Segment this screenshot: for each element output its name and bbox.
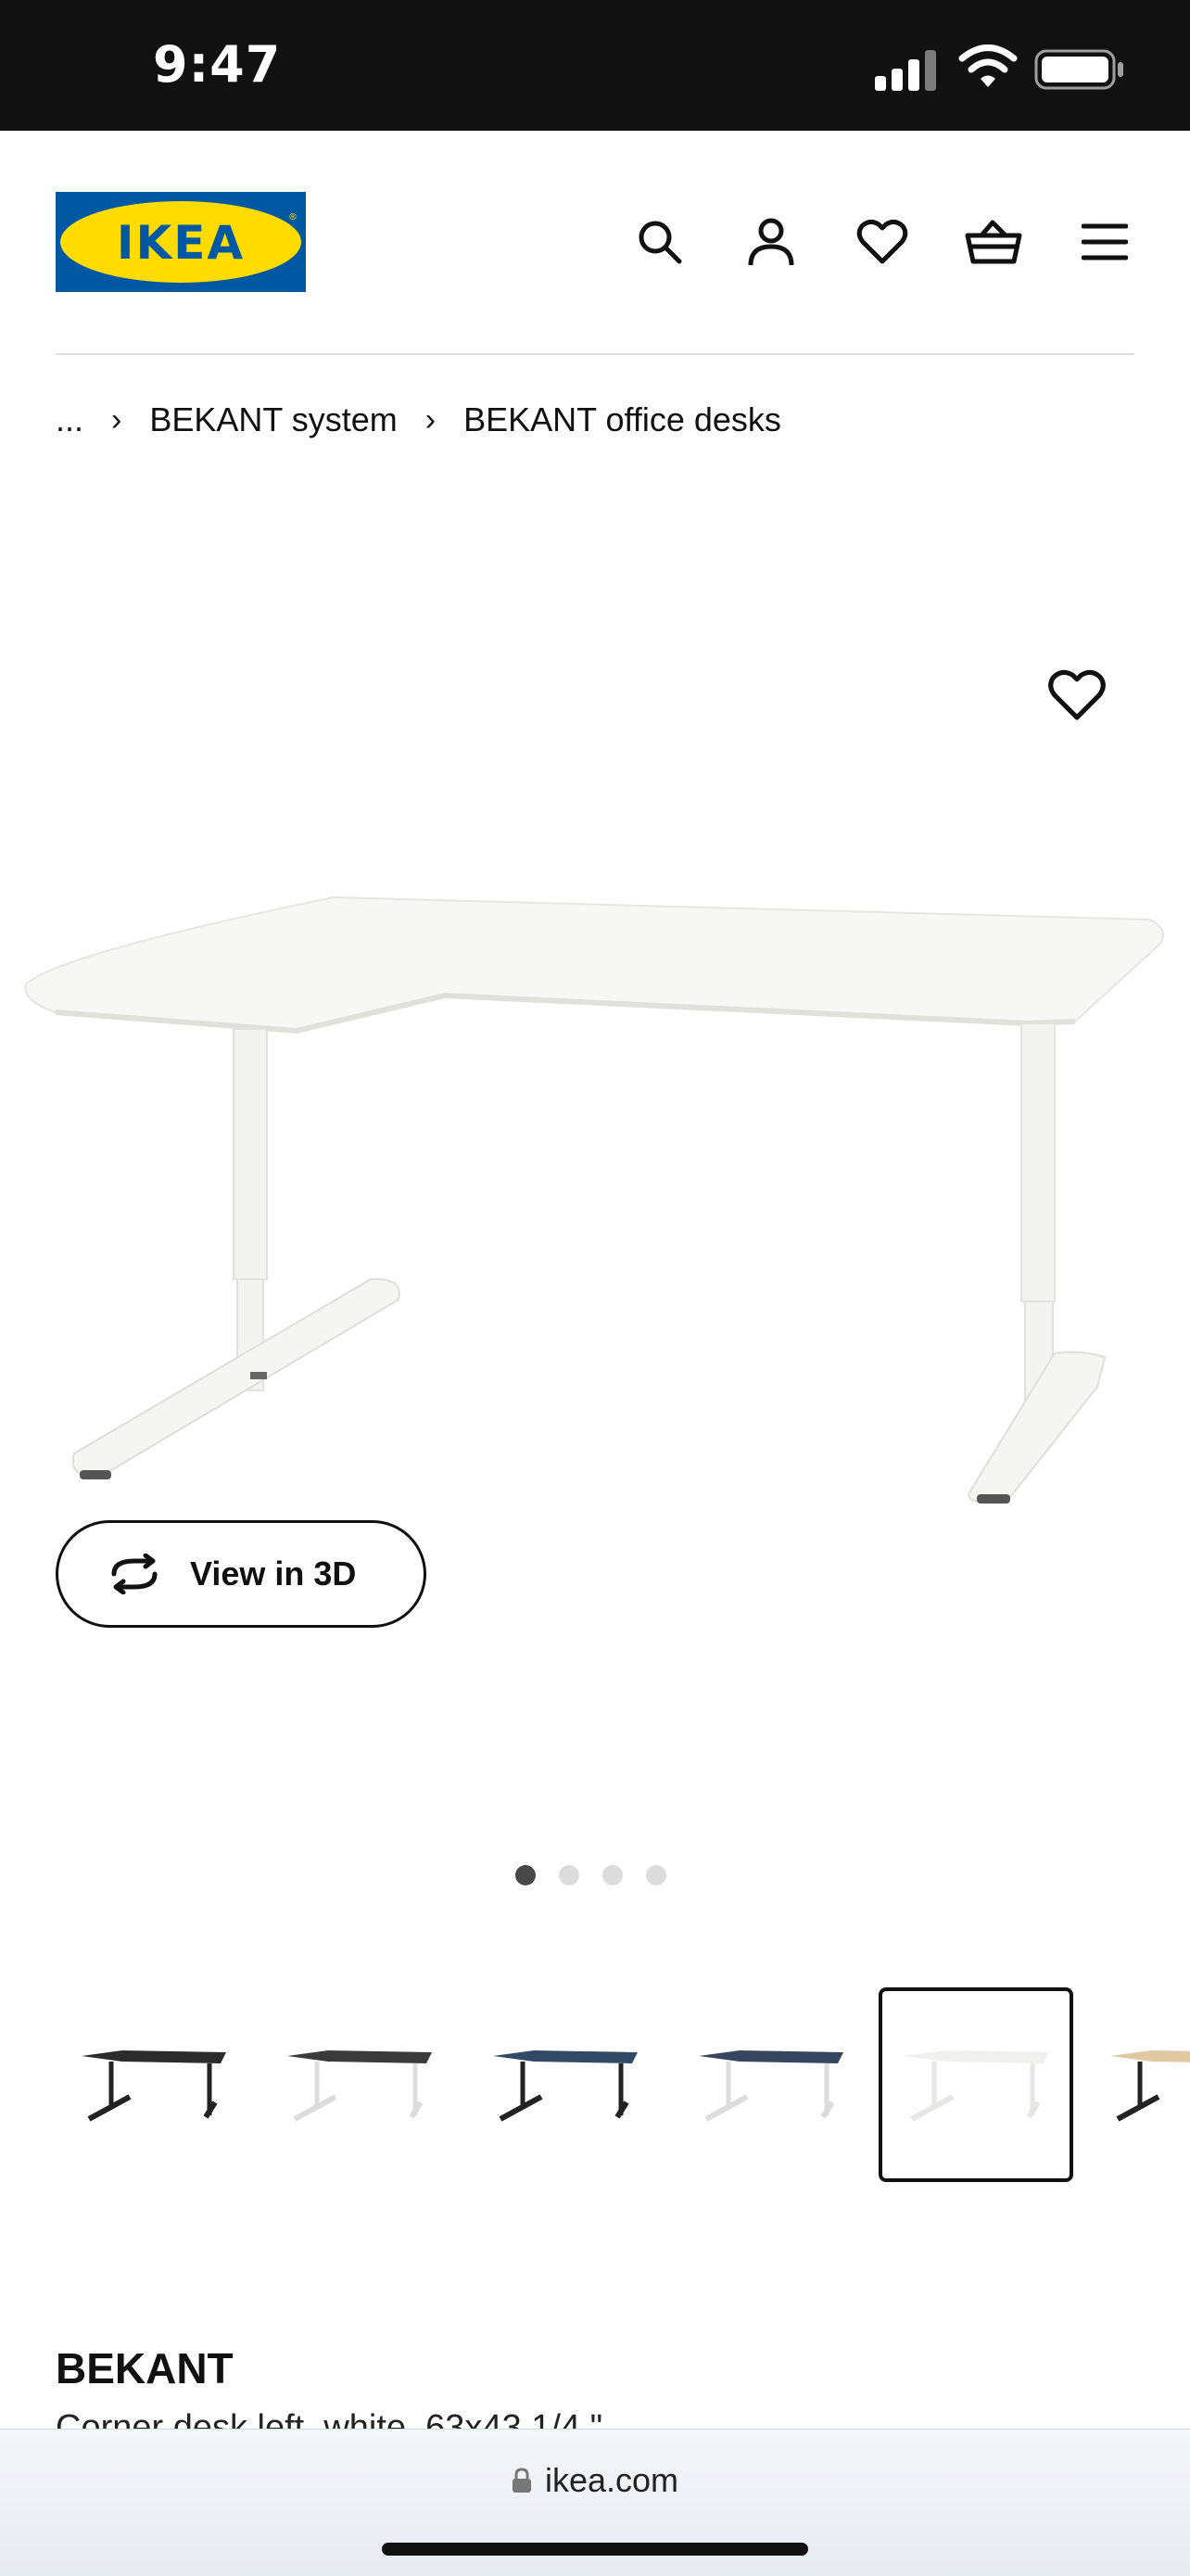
variant-thumb-blue-white[interactable] [673,1987,867,2182]
variant-thumb-white[interactable] [879,1987,1073,2182]
svg-text:IKEA: IKEA [117,216,245,270]
breadcrumb-ellipsis[interactable]: ... [56,400,83,439]
variant-thumb-blue-black[interactable] [467,1987,662,2182]
account-icon[interactable] [741,212,801,272]
chevron-right-icon: › [111,401,122,438]
variant-thumb-black-white[interactable] [261,1987,456,2182]
variant-thumb-black[interactable] [56,1987,250,2182]
status-bar: 9:47 [0,0,1190,131]
search-icon[interactable] [630,212,690,272]
basket-icon[interactable] [964,212,1023,272]
breadcrumb-item-bekant-system[interactable]: BEKANT system [149,400,397,439]
view-in-3d-button[interactable]: View in 3D [56,1520,426,1628]
browser-url-bar[interactable]: ikea.com [0,2429,1190,2576]
wifi-icon [958,44,1018,87]
ikea-logo[interactable]: IKEA ® [56,192,306,292]
lock-icon [512,2468,531,2493]
url-row: ikea.com [0,2461,1190,2500]
product-name: BEKANT [56,2344,234,2392]
variant-thumb-oak-black[interactable] [1084,1987,1190,2182]
rotate-3d-icon [111,1554,158,1594]
chevron-right-icon: › [424,401,437,438]
status-time: 9:47 [153,35,282,94]
header-divider [56,353,1134,355]
battery-icon [1034,49,1123,90]
carousel-dot-4[interactable] [646,1865,666,1885]
cellular-signal-icon [875,50,936,91]
variant-thumbnails [56,1987,1190,2182]
carousel-dot-2[interactable] [559,1865,579,1885]
favourites-icon[interactable] [853,212,912,272]
breadcrumb-item-bekant-office-desks[interactable]: BEKANT office desks [463,400,781,439]
site-header: IKEA ® [0,131,1190,355]
header-icons [630,212,1134,272]
home-indicator[interactable] [382,2543,808,2556]
menu-icon[interactable] [1075,212,1134,272]
view-in-3d-label: View in 3D [190,1554,357,1593]
svg-text:®: ® [288,212,298,222]
breadcrumb: ... › BEKANT system › BEKANT office desk… [56,397,781,443]
product-image[interactable] [0,640,1190,1529]
carousel-dots [515,1865,666,1885]
carousel-dot-1[interactable] [515,1865,536,1885]
carousel-dot-3[interactable] [602,1865,623,1885]
url-text[interactable]: ikea.com [545,2461,678,2500]
